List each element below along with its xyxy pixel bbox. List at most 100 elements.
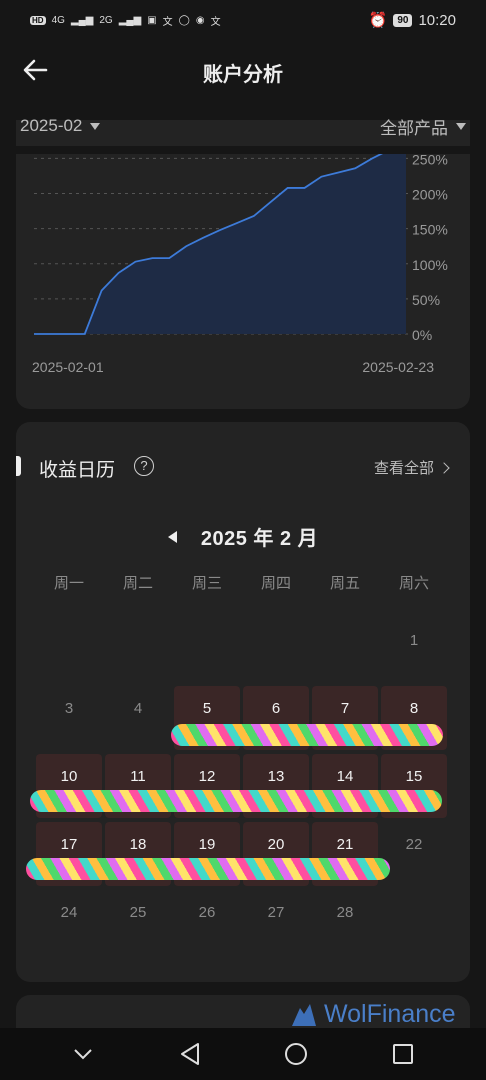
redaction-scribble xyxy=(171,724,443,746)
y-tick-label: 0% xyxy=(412,327,432,343)
day-number: 22 xyxy=(405,836,423,853)
notification-icon: ▣ xyxy=(147,14,157,26)
day-number: 10 xyxy=(60,768,78,785)
notification-icon: ◉ xyxy=(195,14,205,26)
return-chart: 0%50%100%150%200%250%2025-02-01 2025-02-2… xyxy=(32,150,448,375)
day-number: 12 xyxy=(198,768,216,785)
day-number: 27 xyxy=(267,904,285,921)
month-label: 2025 年 2 月 xyxy=(200,528,319,550)
recents-square-icon xyxy=(392,1044,413,1064)
filter-row: 2025-02 全部产品 xyxy=(0,106,486,146)
signal-4g: 4G xyxy=(51,14,65,26)
day-number: 14 xyxy=(336,768,354,785)
day-number: 6 xyxy=(271,700,281,717)
day-number: 3 xyxy=(64,700,74,717)
notification-icon: 文 xyxy=(210,16,221,28)
status-left: HD 4G ▂▄▆ 2G ▂▄▆ ▣ 文 ◯ ◉ 文 xyxy=(30,13,221,28)
day-number: 8 xyxy=(409,700,419,717)
day-number: 28 xyxy=(336,904,354,921)
clock: 10:20 xyxy=(418,11,456,29)
help-icon[interactable]: ? xyxy=(134,456,154,476)
status-right: ⏰ 90 10:20 xyxy=(368,11,456,30)
month-selector-label: 2025-02 xyxy=(20,116,83,135)
weekday-label: 周六 xyxy=(398,575,429,592)
signal-icon: ▂▄▆ xyxy=(118,14,142,26)
calendar-day-26[interactable]: 26 xyxy=(174,890,240,954)
day-number: 15 xyxy=(405,768,423,785)
day-number: 18 xyxy=(129,836,147,853)
chevron-down-icon xyxy=(90,122,101,130)
signal-icon: ▂▄▆ xyxy=(70,14,94,26)
weekday-label: 周三 xyxy=(191,575,222,592)
chevron-right-icon xyxy=(438,461,450,474)
y-tick-label: 150% xyxy=(412,222,448,238)
x-tick-label: 2025-02-23 xyxy=(362,359,434,375)
view-all-link[interactable]: 查看全部 xyxy=(373,457,450,478)
nav-back-button[interactable] xyxy=(175,1039,205,1069)
month-navigator: 2025 年 2 月 xyxy=(16,522,470,551)
month-selector[interactable]: 2025-02 xyxy=(20,116,101,136)
status-bar: HD 4G ▂▄▆ 2G ▂▄▆ ▣ 文 ◯ ◉ 文 ⏰ 90 10:20 xyxy=(0,0,486,40)
calendar-title: 收益日历 xyxy=(39,460,116,481)
product-selector[interactable]: 全部产品 xyxy=(380,114,466,139)
day-number: 1 xyxy=(409,632,419,649)
y-tick-label: 200% xyxy=(412,187,448,203)
day-number: 20 xyxy=(267,836,285,853)
watermark-text: WolFinance xyxy=(324,1000,456,1028)
prev-month-icon[interactable] xyxy=(167,530,177,543)
calendar-day-28[interactable]: 28 xyxy=(312,890,378,954)
signal-2g: 2G xyxy=(99,14,113,26)
return-chart-card: 0% 50% 100% 150% 200% 250% 2025-02-01 2025-02-2… xyxy=(16,120,470,409)
day-number: 11 xyxy=(130,768,146,785)
watermark: WolFinance xyxy=(290,1000,456,1029)
y-tick-label: 100% xyxy=(412,257,448,273)
nav-home-button[interactable] xyxy=(281,1039,311,1069)
notification-icon: ◯ xyxy=(178,14,190,26)
day-number: 24 xyxy=(60,904,78,921)
calendar-day-3[interactable]: 3 xyxy=(36,686,102,750)
view-all-label: 查看全部 xyxy=(373,460,434,477)
hd-indicator: HD xyxy=(30,15,46,25)
weekday-label: 周二 xyxy=(122,575,153,592)
calendar-day-24[interactable]: 24 xyxy=(36,890,102,954)
system-nav-bar xyxy=(0,1028,486,1080)
back-triangle-icon xyxy=(180,1043,199,1065)
product-selector-label: 全部产品 xyxy=(380,118,448,138)
day-number: 13 xyxy=(267,768,285,785)
weekday-label: 周四 xyxy=(260,575,291,592)
x-tick-label: 2025-02-01 xyxy=(32,359,104,375)
redaction-scribble xyxy=(30,790,442,812)
weekday-label: 周一 xyxy=(53,575,84,592)
home-circle-icon xyxy=(285,1043,308,1065)
chart-top-mask xyxy=(0,146,486,154)
chevron-down-icon xyxy=(74,1049,92,1060)
page-title: 账户分析 xyxy=(203,64,283,86)
calendar-day-27[interactable]: 27 xyxy=(243,890,309,954)
calendar-day-1[interactable]: 1 xyxy=(381,618,447,682)
profit-calendar-card: 收益日历 ? 查看全部 2025 年 2 月 周一 周二 周三 周四 周五 周六 1345… xyxy=(16,422,470,982)
day-number: 26 xyxy=(198,904,216,921)
day-number: 17 xyxy=(60,836,78,853)
chart-area-fill xyxy=(34,150,406,334)
day-number: 25 xyxy=(129,904,147,921)
chevron-down-icon xyxy=(456,122,466,130)
y-tick-label: 50% xyxy=(412,292,440,308)
battery-indicator: 90 xyxy=(393,13,413,27)
nav-collapse-button[interactable] xyxy=(68,1039,98,1069)
app-header: 账户分析 xyxy=(0,44,486,96)
notification-icon: 文 xyxy=(162,16,173,28)
calendar-day-4[interactable]: 4 xyxy=(105,686,171,750)
section-accent-bar xyxy=(16,456,21,476)
wolf-logo-icon xyxy=(292,1003,316,1026)
redaction-scribble xyxy=(26,858,390,880)
day-number: 5 xyxy=(202,700,212,717)
day-number: 7 xyxy=(340,700,350,717)
nav-recents-button[interactable] xyxy=(388,1039,418,1069)
day-number: 19 xyxy=(198,836,216,853)
alarm-icon: ⏰ xyxy=(368,12,388,29)
day-number: 21 xyxy=(336,836,354,853)
day-number: 4 xyxy=(133,700,143,717)
calendar-day-25[interactable]: 25 xyxy=(105,890,171,954)
weekday-label: 周五 xyxy=(329,575,360,592)
calendar-day-22[interactable]: 22 xyxy=(381,822,447,886)
